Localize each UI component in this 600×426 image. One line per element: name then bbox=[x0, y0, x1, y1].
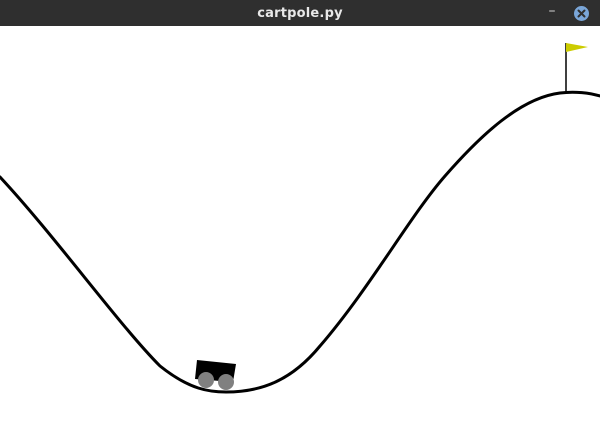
close-icon bbox=[577, 9, 586, 18]
close-button[interactable] bbox=[574, 6, 589, 21]
wheel-rear bbox=[198, 372, 214, 388]
wheel-front bbox=[218, 374, 234, 390]
title-bar[interactable]: cartpole.py – bbox=[0, 0, 600, 26]
app-window: cartpole.py – bbox=[0, 0, 600, 426]
window-title: cartpole.py bbox=[257, 6, 343, 21]
minimize-button[interactable]: – bbox=[543, 4, 561, 22]
game-canvas bbox=[0, 26, 600, 426]
